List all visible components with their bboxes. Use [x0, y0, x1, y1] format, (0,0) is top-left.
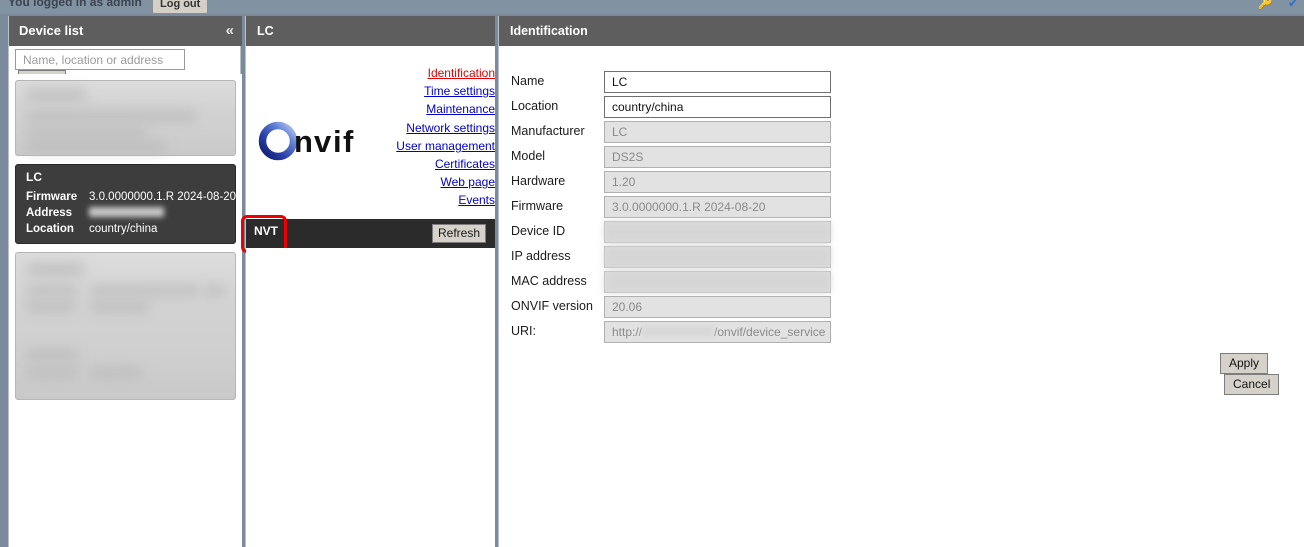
menu-item-certificates[interactable]: Certificates — [393, 155, 495, 173]
device-id-value — [604, 221, 831, 243]
device-detail-panel: LC n v i f Identification Time settings … — [241, 16, 495, 547]
device-location-value: country/china — [89, 223, 158, 235]
name-input[interactable] — [604, 71, 831, 93]
identification-form: Name Location Manufacturer LC Model DS2S… — [499, 46, 1304, 547]
list-item[interactable] — [15, 80, 236, 156]
device-search-row: Cancel — [9, 46, 242, 91]
top-status-strip: You logged in as admin Log out 🔑 ✔ — [0, 0, 1304, 14]
shield-icon[interactable]: ✔ — [1288, 0, 1298, 10]
field-label: IP address — [511, 249, 571, 263]
search-input[interactable] — [15, 49, 185, 70]
field-label: Name — [511, 74, 545, 88]
key-icon[interactable]: 🔑 — [1258, 0, 1273, 10]
svg-text:n: n — [294, 124, 312, 159]
device-address-redacted — [89, 206, 164, 217]
svg-text:v: v — [314, 124, 332, 159]
device-firmware-label: Firmware — [26, 191, 78, 203]
device-address-row: Address — [26, 206, 164, 219]
ip-address-value — [604, 246, 831, 268]
model-value: DS2S — [604, 146, 831, 168]
svg-text:f: f — [343, 124, 354, 159]
device-list-title: Device list — [19, 23, 84, 38]
uri-text: http:// /onvif/device_service — [612, 322, 825, 344]
firmware-value: 3.0.0000000.1.R 2024-08-20 — [604, 196, 831, 218]
chevron-double-left-icon[interactable]: « — [226, 16, 234, 46]
left-rail — [0, 16, 8, 547]
menu-item-network-settings[interactable]: Network settings — [393, 119, 495, 137]
device-location-label: Location — [26, 223, 74, 235]
device-panel-footer: NVT Refresh — [246, 219, 495, 248]
device-firmware-value: 3.0.0000000.1.R 2024-08-20 — [89, 191, 237, 203]
identification-panel: Identification Name Location Manufacture… — [498, 16, 1304, 547]
svg-text:i: i — [333, 124, 341, 159]
field-label: Hardware — [511, 174, 566, 188]
manufacturer-value: LC — [604, 121, 831, 143]
redaction-blur — [605, 247, 830, 267]
login-status-text: You logged in as admin — [8, 0, 142, 9]
device-name: LC — [26, 170, 42, 184]
redaction-blur — [605, 222, 830, 242]
apply-button[interactable]: Apply — [1220, 353, 1269, 374]
menu-item-maintenance[interactable]: Maintenance — [393, 100, 495, 118]
uri-host-redacted — [642, 326, 715, 337]
list-item-selected[interactable]: LC Firmware 3.0.0000000.1.R 2024-08-20 Ad… — [15, 164, 236, 244]
field-label: Model — [511, 149, 546, 163]
device-firmware-row: Firmware 3.0.0000000.1.R 2024-08-20 — [26, 191, 236, 203]
device-list-panel: Device list « Cancel LC Firmware 3.0.0000… — [8, 16, 242, 547]
device-panel-header: LC — [246, 16, 495, 46]
field-label: Manufacturer — [511, 124, 585, 138]
nvt-badge: NVT — [254, 224, 278, 238]
menu-item-identification[interactable]: Identification — [393, 64, 495, 82]
list-item[interactable] — [15, 252, 236, 400]
field-label: ONVIF version — [511, 299, 593, 313]
hardware-value: 1.20 — [604, 171, 831, 193]
identification-header: Identification — [499, 16, 1304, 46]
uri-suffix: /onvif/device_service — [714, 325, 826, 339]
field-label: Firmware — [511, 199, 564, 213]
device-list-items[interactable]: LC Firmware 3.0.0000000.1.R 2024-08-20 Ad… — [9, 74, 242, 547]
uri-value: http:// /onvif/device_service — [604, 321, 831, 343]
application-window: You logged in as admin Log out 🔑 ✔ Devic… — [0, 0, 1304, 547]
field-label: Device ID — [511, 224, 566, 238]
menu-item-time-settings[interactable]: Time settings — [393, 82, 495, 100]
device-panel-empty-area — [246, 248, 495, 547]
form-buttons: Apply Cancel — [499, 353, 1304, 395]
location-input[interactable] — [604, 96, 831, 118]
refresh-button[interactable]: Refresh — [432, 224, 486, 243]
uri-prefix: http:// — [612, 325, 643, 339]
device-address-label: Address — [26, 207, 73, 219]
menu-item-web-page[interactable]: Web page — [393, 173, 496, 191]
device-list-header: Device list « — [9, 16, 242, 46]
device-panel-body: n v i f Identification Time settings Mai… — [246, 46, 495, 219]
field-label: MAC address — [511, 274, 587, 288]
mac-address-value — [604, 271, 831, 293]
menu-item-user-management[interactable]: User management — [393, 137, 495, 155]
field-label: Location — [511, 99, 559, 113]
logout-button[interactable]: Log out — [152, 0, 209, 14]
field-label: URI: — [511, 324, 536, 338]
cancel-button[interactable]: Cancel — [1224, 374, 1280, 395]
onvif-logo: n v i f — [258, 121, 355, 161]
device-menu[interactable]: Identification Time settings Maintenance… — [393, 64, 495, 210]
redaction-blur — [605, 272, 830, 292]
menu-item-events[interactable]: Events — [393, 191, 495, 209]
onvif-version-value: 20.06 — [604, 296, 831, 318]
device-location-row: Location country/china — [26, 223, 157, 235]
